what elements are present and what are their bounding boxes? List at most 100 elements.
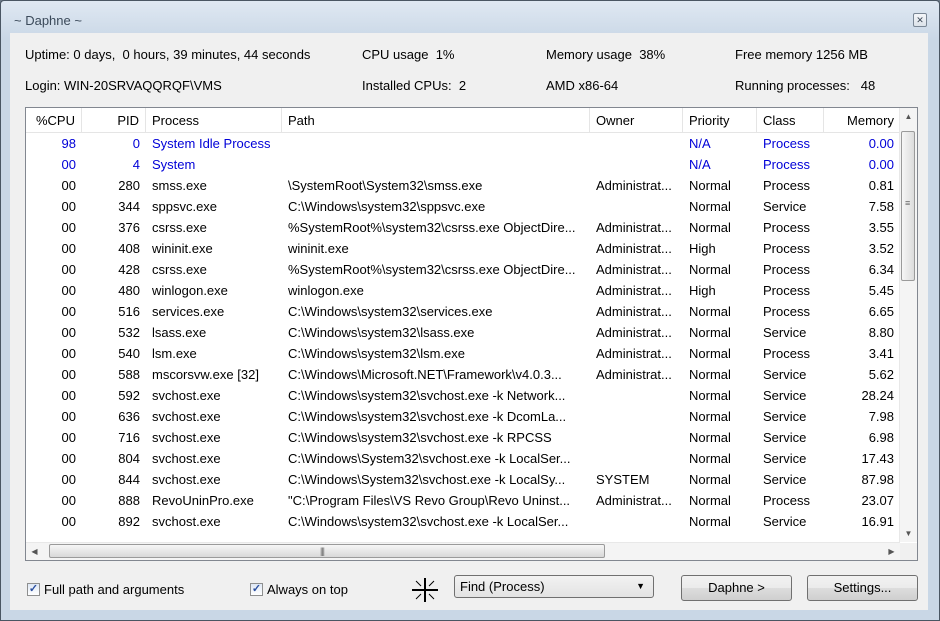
cell-owner <box>590 427 683 448</box>
cell-class: Process <box>763 178 810 193</box>
close-icon[interactable]: ✕ <box>913 13 927 27</box>
column-header-process[interactable]: Process <box>146 108 282 132</box>
cell-process: lsass.exe <box>152 325 207 340</box>
always-on-top-checkbox[interactable]: ✓ Always on top <box>250 582 348 597</box>
table-row[interactable]: 98 0 System Idle Process N/A Process 0.00 <box>26 133 900 154</box>
cell-pid: 0 <box>132 136 140 151</box>
table-row[interactable]: 00 540 lsm.exe C:\Windows\system32\lsm.exe A… <box>26 343 900 364</box>
column-header-memory[interactable]: Memory <box>824 108 900 132</box>
cell-priority: Normal <box>689 514 731 529</box>
cell-cpu: 00 <box>61 157 76 172</box>
cell-owner <box>590 133 683 154</box>
cell-priority: Normal <box>689 388 731 403</box>
cell-path: \SystemRoot\System32\smss.exe <box>288 178 483 193</box>
cell-pid: 344 <box>118 199 140 214</box>
cell-owner <box>590 154 683 175</box>
cell-path <box>282 154 590 175</box>
cell-process: System Idle Process <box>152 136 271 151</box>
vertical-scrollbar[interactable]: ▲ ≡ ▼ <box>899 108 917 542</box>
column-header-class[interactable]: Class <box>757 108 824 132</box>
table-row[interactable]: 00 636 svchost.exe C:\Windows\system32\svch… <box>26 406 900 427</box>
cell-path: C:\Windows\system32\services.exe <box>288 304 493 319</box>
cell-pid: 592 <box>118 388 140 403</box>
column-header-priority[interactable]: Priority <box>683 108 757 132</box>
cell-path: C:\Windows\system32\lsm.exe <box>288 346 465 361</box>
scroll-up-arrow-icon[interactable]: ▲ <box>900 108 917 125</box>
table-row[interactable]: 00 376 csrss.exe %SystemRoot%\system32\csrs… <box>26 217 900 238</box>
table-row[interactable]: 00 804 svchost.exe C:\Windows\System32\svch… <box>26 448 900 469</box>
table-row[interactable]: 00 844 svchost.exe C:\Windows\System32\svch… <box>26 469 900 490</box>
dropdown-arrow-icon[interactable]: ▼ <box>636 576 645 597</box>
checkbox-checked-icon[interactable]: ✓ <box>27 583 40 596</box>
cell-priority: Normal <box>689 409 731 424</box>
table-row[interactable]: 00 532 lsass.exe C:\Windows\system32\lsass.… <box>26 322 900 343</box>
column-header-owner[interactable]: Owner <box>590 108 683 132</box>
cell-process: sppsvc.exe <box>152 199 218 214</box>
column-header-path[interactable]: Path <box>282 108 590 132</box>
cell-path: %SystemRoot%\system32\csrss.exe ObjectDi… <box>288 220 576 235</box>
cell-pid: 376 <box>118 220 140 235</box>
table-row[interactable]: 00 408 wininit.exe wininit.exe Administrat..… <box>26 238 900 259</box>
horizontal-scrollbar[interactable]: ◀ ||| ▶ <box>26 542 900 560</box>
table-row[interactable]: 00 4 System N/A Process 0.00 <box>26 154 900 175</box>
table-row[interactable]: 00 344 sppsvc.exe C:\Windows\system32\sppsv… <box>26 196 900 217</box>
cell-process: lsm.exe <box>152 346 197 361</box>
cell-memory: 5.62 <box>868 367 894 382</box>
cell-class: Process <box>763 220 810 235</box>
list-header: %CPU PID Process Path Owner Priority Cla… <box>26 108 900 133</box>
cell-owner: Administrat... <box>596 325 672 340</box>
column-header-pid[interactable]: PID <box>82 108 146 132</box>
table-row[interactable]: 00 592 svchost.exe C:\Windows\system32\svch… <box>26 385 900 406</box>
cell-memory: 3.52 <box>868 241 894 256</box>
table-row[interactable]: 00 892 svchost.exe C:\Windows\system32\svch… <box>26 511 900 532</box>
cell-cpu: 00 <box>61 262 76 277</box>
cell-owner <box>590 385 683 406</box>
cell-cpu: 00 <box>61 409 76 424</box>
cell-owner: Administrat... <box>596 304 672 319</box>
table-row[interactable]: 00 480 winlogon.exe winlogon.exe Administrat… <box>26 280 900 301</box>
cell-class: Service <box>763 388 807 403</box>
table-row[interactable]: 00 280 smss.exe \SystemRoot\System32\smss.e… <box>26 175 900 196</box>
daphne-button[interactable]: Daphne > <box>681 575 792 601</box>
full-path-checkbox[interactable]: ✓ Full path and arguments <box>27 582 184 597</box>
cell-pid: 4 <box>132 157 140 172</box>
table-row[interactable]: 00 716 svchost.exe C:\Windows\system32\svch… <box>26 427 900 448</box>
column-header-cpu[interactable]: %CPU <box>26 108 82 132</box>
cell-class: Service <box>763 367 807 382</box>
process-list[interactable]: %CPU PID Process Path Owner Priority Cla… <box>25 107 918 561</box>
cell-path: C:\Windows\System32\svchost.exe -k Local… <box>288 472 566 487</box>
cell-process: svchost.exe <box>152 409 221 424</box>
cell-priority: N/A <box>689 136 711 151</box>
settings-button[interactable]: Settings... <box>807 575 918 601</box>
cell-pid: 892 <box>118 514 140 529</box>
crosshair-finder-icon[interactable] <box>410 576 440 604</box>
table-row[interactable]: 00 428 csrss.exe %SystemRoot%\system32\csrs… <box>26 259 900 280</box>
running-processes-text: Running processes: 48 <box>735 78 876 93</box>
cell-priority: Normal <box>689 430 731 445</box>
cell-cpu: 00 <box>61 220 76 235</box>
cell-process: wininit.exe <box>152 241 213 256</box>
scroll-right-arrow-icon[interactable]: ▶ <box>883 543 900 560</box>
cell-path: C:\Windows\system32\svchost.exe -k DcomL… <box>288 409 567 424</box>
title-bar[interactable]: ~ Daphne ~ ✕ <box>1 1 939 33</box>
cell-pid: 280 <box>118 178 140 193</box>
cell-process: svchost.exe <box>152 514 221 529</box>
cell-class: Process <box>763 262 810 277</box>
checkbox-checked-icon[interactable]: ✓ <box>250 583 263 596</box>
cell-path: wininit.exe <box>288 241 349 256</box>
table-row[interactable]: 00 888 RevoUninPro.exe "C:\Program Files\VS… <box>26 490 900 511</box>
uptime-text: Uptime: 0 days, 0 hours, 39 minutes, 44 … <box>25 47 311 62</box>
cell-pid: 532 <box>118 325 140 340</box>
table-row[interactable]: 00 588 mscorsvw.exe [32] C:\Windows\Microso… <box>26 364 900 385</box>
find-select[interactable]: Find (Process) ▼ <box>454 575 654 598</box>
cell-owner: Administrat... <box>596 367 672 382</box>
vertical-scroll-thumb[interactable]: ≡ <box>901 131 915 281</box>
table-row[interactable]: 00 516 services.exe C:\Windows\system32\ser… <box>26 301 900 322</box>
horizontal-scroll-thumb[interactable]: ||| <box>49 544 605 558</box>
scroll-left-arrow-icon[interactable]: ◀ <box>26 543 43 560</box>
cell-path: C:\Windows\system32\svchost.exe -k Netwo… <box>288 388 566 403</box>
always-on-top-label: Always on top <box>267 582 348 597</box>
cell-owner: Administrat... <box>596 220 672 235</box>
scroll-down-arrow-icon[interactable]: ▼ <box>900 525 917 542</box>
cell-memory: 6.98 <box>868 430 894 445</box>
